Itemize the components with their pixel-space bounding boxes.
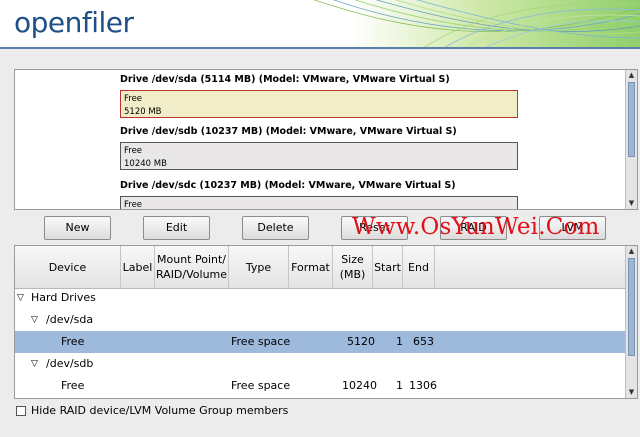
scroll-down-icon[interactable]: ▼ xyxy=(627,199,636,208)
drive-map-panel[interactable]: Drive /dev/sda (5114 MB) (Model: VMware,… xyxy=(14,69,638,210)
column-header-format[interactable]: Format xyxy=(289,246,333,288)
openfiler-logo: openfiler xyxy=(14,6,134,39)
size-cell: 10240 xyxy=(342,379,377,392)
device-cell: Hard Drives xyxy=(31,291,96,304)
header-divider xyxy=(0,47,640,49)
device-cell: /dev/sda xyxy=(46,313,94,326)
app-header: openfiler xyxy=(0,0,640,47)
partition-size: 10240 MB xyxy=(124,159,167,169)
drive-partition-free[interactable]: Free 10240 MB xyxy=(120,142,518,170)
partition-label: Free xyxy=(124,94,143,104)
table-header: Device Label Mount Point/ RAID/Volume Ty… xyxy=(15,246,627,289)
end-cell: 653 xyxy=(413,335,434,348)
expand-triangle-icon[interactable]: ▽ xyxy=(31,309,38,331)
size-cell: 5120 xyxy=(347,335,375,348)
type-cell: Free space xyxy=(231,379,291,392)
drive-sdc: Drive /dev/sdc (10237 MB) (Model: VMware… xyxy=(120,180,520,210)
drive-map-scrollbar[interactable]: ▲ ▼ xyxy=(625,70,637,209)
partition-label: Free xyxy=(124,146,143,156)
scroll-thumb[interactable] xyxy=(628,82,635,157)
drive-partition-free[interactable]: Free xyxy=(120,196,518,210)
column-header-type[interactable]: Type xyxy=(229,246,289,288)
start-cell: 1 xyxy=(396,379,403,392)
column-header-size[interactable]: Size (MB) xyxy=(333,246,373,288)
type-cell: Free space xyxy=(231,335,291,348)
partition-table[interactable]: Device Label Mount Point/ RAID/Volume Ty… xyxy=(14,245,638,399)
drive-sdb: Drive /dev/sdb (10237 MB) (Model: VMware… xyxy=(120,126,520,170)
device-cell: Free xyxy=(61,379,85,392)
partition-label: Free xyxy=(124,200,143,210)
table-row[interactable]: Free Free space 5120 1 653 xyxy=(15,331,627,353)
column-header-start[interactable]: Start xyxy=(373,246,403,288)
drive-title: Drive /dev/sdb (10237 MB) (Model: VMware… xyxy=(120,126,457,137)
edit-button[interactable]: Edit xyxy=(143,216,210,240)
expand-triangle-icon[interactable]: ▽ xyxy=(17,287,24,309)
scroll-up-icon[interactable]: ▲ xyxy=(627,71,636,80)
device-cell: Free xyxy=(61,335,85,348)
scroll-thumb[interactable] xyxy=(628,258,635,356)
device-cell: /dev/sdb xyxy=(46,357,94,370)
drive-sda: Drive /dev/sda (5114 MB) (Model: VMware,… xyxy=(120,74,520,118)
watermark-text: Www.OsYunWei.Com xyxy=(352,214,600,240)
column-header-device[interactable]: Device xyxy=(15,246,121,288)
end-cell: 1306 xyxy=(409,379,437,392)
column-header-label[interactable]: Label xyxy=(121,246,155,288)
drive-title: Drive /dev/sdc (10237 MB) (Model: VMware… xyxy=(120,180,456,191)
hide-raid-lvm-label[interactable]: Hide RAID device/LVM Volume Group member… xyxy=(31,404,288,417)
column-header-mount-point[interactable]: Mount Point/ RAID/Volume xyxy=(155,246,229,288)
table-row[interactable]: Free Free space 10240 1 1306 xyxy=(15,375,627,397)
drive-partition-free-selected[interactable]: Free 5120 MB xyxy=(120,90,518,118)
table-scrollbar[interactable]: ▲ ▼ xyxy=(625,246,637,398)
expand-triangle-icon[interactable]: ▽ xyxy=(31,353,38,375)
table-row[interactable]: ▽ /dev/sdb xyxy=(15,353,627,375)
start-cell: 1 xyxy=(396,335,403,348)
column-header-end[interactable]: End xyxy=(403,246,435,288)
delete-button[interactable]: Delete xyxy=(242,216,309,240)
scroll-up-icon[interactable]: ▲ xyxy=(627,247,636,256)
partition-size: 5120 MB xyxy=(124,107,162,117)
table-row[interactable]: ▽ Hard Drives xyxy=(15,287,627,309)
scroll-down-icon[interactable]: ▼ xyxy=(627,388,636,397)
table-row[interactable]: ▽ /dev/sda xyxy=(15,309,627,331)
hide-raid-lvm-checkbox[interactable] xyxy=(16,406,26,416)
drive-title: Drive /dev/sda (5114 MB) (Model: VMware,… xyxy=(120,74,450,85)
new-button[interactable]: New xyxy=(44,216,111,240)
